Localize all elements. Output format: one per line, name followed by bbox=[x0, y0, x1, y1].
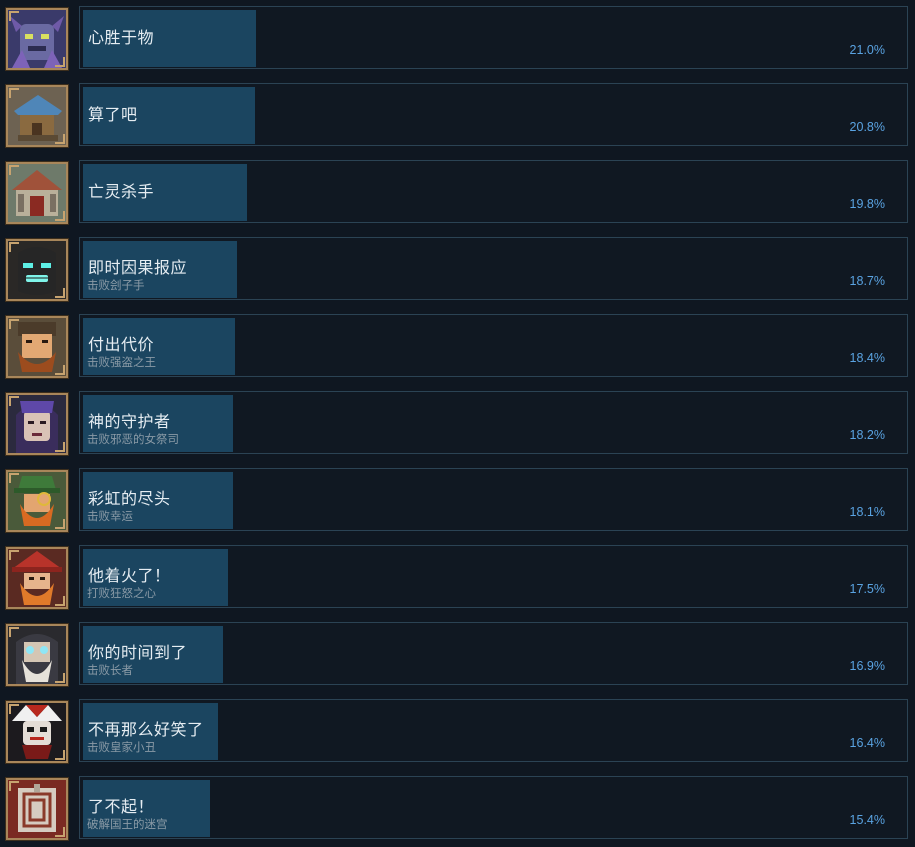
achievement-title: 算了吧 bbox=[88, 105, 138, 124]
achievement-row: 了不起！ 破解国王的迷宫 15.4% bbox=[0, 776, 915, 841]
achievement-title: 彩虹的尽头 bbox=[88, 489, 171, 508]
achievement-panel: 你的时间到了 击败长者 16.9% bbox=[79, 622, 908, 685]
executioner-icon bbox=[5, 238, 69, 302]
unlock-percent: 18.2% bbox=[849, 428, 885, 442]
achievement-row: 神的守护者 击败邪恶的女祭司 18.2% bbox=[0, 391, 915, 456]
achievement-title: 付出代价 bbox=[88, 335, 155, 354]
achievement-panel: 不再那么好笑了 击败皇家小丑 16.4% bbox=[79, 699, 908, 762]
achievement-title: 了不起！ bbox=[88, 797, 155, 816]
achievement-panel: 付出代价 击败强盗之王 18.4% bbox=[79, 314, 908, 377]
unlock-percent: 16.4% bbox=[849, 736, 885, 750]
achievement-row: 算了吧 20.8% bbox=[0, 83, 915, 148]
achievement-description: 击败强盗之王 bbox=[87, 355, 156, 369]
bandit-king-icon bbox=[5, 315, 69, 379]
achievement-row: 心胜于物 21.0% bbox=[0, 6, 915, 71]
achievement-list: 心胜于物 21.0% 算了吧 20.8% 亡灵杀手 19.8% 即时因果报应 击败刽子手 18.… bbox=[0, 0, 915, 847]
achievement-row: 他着火了！ 打败狂怒之心 17.5% bbox=[0, 545, 915, 610]
achievement-row: 亡灵杀手 19.8% bbox=[0, 160, 915, 225]
achievement-panel: 心胜于物 21.0% bbox=[79, 6, 908, 69]
achievement-panel: 即时因果报应 击败刽子手 18.7% bbox=[79, 237, 908, 300]
achievement-panel: 亡灵杀手 19.8% bbox=[79, 160, 908, 223]
unlock-percent: 21.0% bbox=[849, 43, 885, 57]
jester-icon bbox=[5, 700, 69, 764]
unlock-percent: 20.8% bbox=[849, 120, 885, 134]
unlock-percent: 18.4% bbox=[849, 351, 885, 365]
achievement-description: 破解国王的迷宫 bbox=[87, 817, 168, 831]
gargoyle-icon bbox=[5, 7, 69, 71]
shrine-icon bbox=[5, 161, 69, 225]
achievement-title: 神的守护者 bbox=[88, 412, 171, 431]
unlock-percent: 19.8% bbox=[849, 197, 885, 211]
achievement-row: 你的时间到了 击败长者 16.9% bbox=[0, 622, 915, 687]
house-icon bbox=[5, 84, 69, 148]
achievement-title: 即时因果报应 bbox=[88, 258, 188, 277]
unlock-percent: 18.1% bbox=[849, 505, 885, 519]
achievement-panel: 彩虹的尽头 击败幸运 18.1% bbox=[79, 468, 908, 531]
achievement-description: 打败狂怒之心 bbox=[87, 586, 156, 600]
unlock-percent: 18.7% bbox=[849, 274, 885, 288]
leprechaun-icon bbox=[5, 469, 69, 533]
maze-tower-icon bbox=[5, 777, 69, 841]
achievement-row: 即时因果报应 击败刽子手 18.7% bbox=[0, 237, 915, 302]
achievement-panel: 神的守护者 击败邪恶的女祭司 18.2% bbox=[79, 391, 908, 454]
achievement-description: 击败长者 bbox=[87, 663, 133, 677]
achievement-row: 不再那么好笑了 击败皇家小丑 16.4% bbox=[0, 699, 915, 764]
achievement-description: 击败皇家小丑 bbox=[87, 740, 156, 754]
unlock-percent: 15.4% bbox=[849, 813, 885, 827]
elder-icon bbox=[5, 623, 69, 687]
unlock-percent: 17.5% bbox=[849, 582, 885, 596]
fire-wizard-icon bbox=[5, 546, 69, 610]
unlock-percent: 16.9% bbox=[849, 659, 885, 673]
priestess-icon bbox=[5, 392, 69, 456]
achievement-panel: 了不起！ 破解国王的迷宫 15.4% bbox=[79, 776, 908, 839]
achievement-description: 击败刽子手 bbox=[87, 278, 145, 292]
achievement-title: 心胜于物 bbox=[88, 28, 155, 47]
achievement-panel: 算了吧 20.8% bbox=[79, 83, 908, 146]
achievement-title: 亡灵杀手 bbox=[88, 182, 155, 201]
achievement-description: 击败幸运 bbox=[87, 509, 133, 523]
achievement-description: 击败邪恶的女祭司 bbox=[87, 432, 179, 446]
achievement-title: 他着火了！ bbox=[88, 566, 171, 585]
achievement-row: 彩虹的尽头 击败幸运 18.1% bbox=[0, 468, 915, 533]
achievement-title: 不再那么好笑了 bbox=[88, 720, 204, 739]
achievement-row: 付出代价 击败强盗之王 18.4% bbox=[0, 314, 915, 379]
achievement-title: 你的时间到了 bbox=[88, 643, 188, 662]
achievement-panel: 他着火了！ 打败狂怒之心 17.5% bbox=[79, 545, 908, 608]
